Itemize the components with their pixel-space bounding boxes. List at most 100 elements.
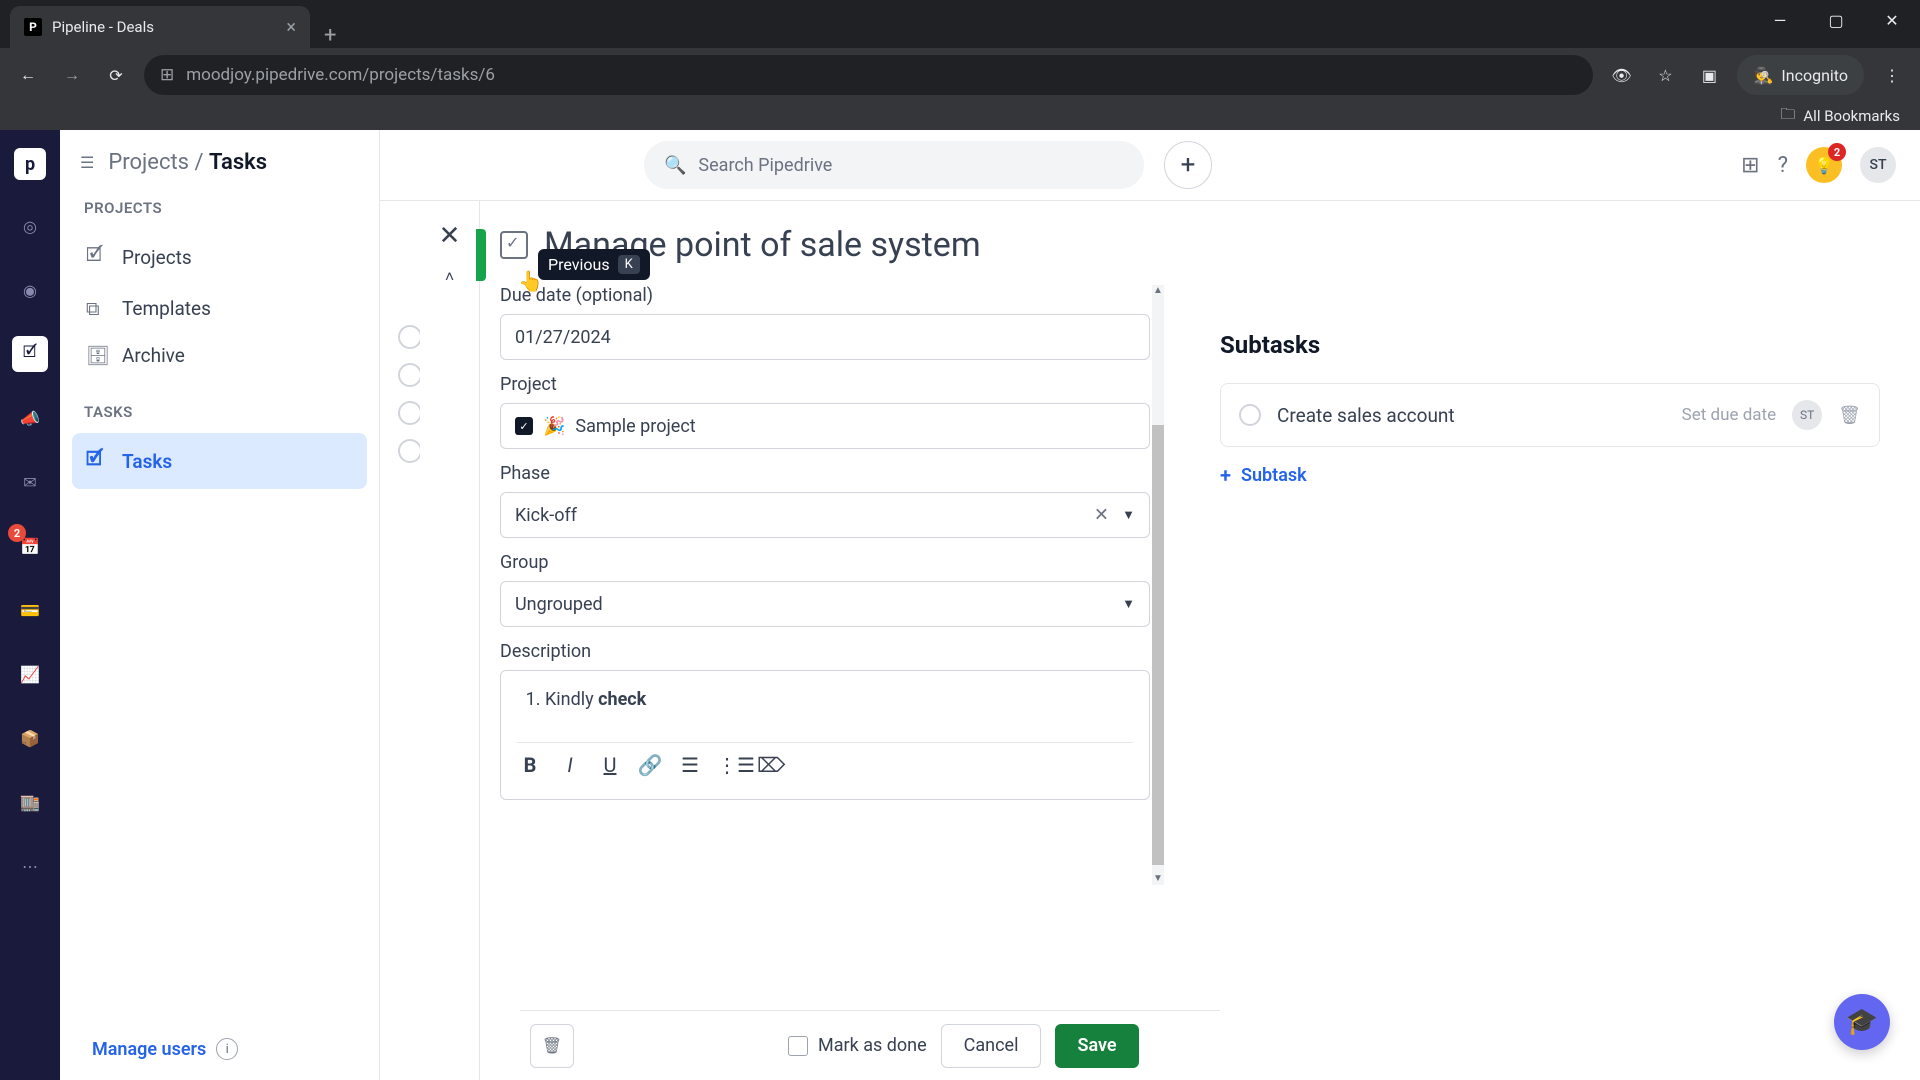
rail-more-icon[interactable]: ⋯ [12,848,48,884]
sidebar-item-templates[interactable]: ⧉ Templates [72,285,367,332]
task-checkbox-icon[interactable] [500,231,528,259]
rail-insights-icon[interactable]: 📈 [12,656,48,692]
panel-gutter: ✕ ˄ [420,201,480,1080]
bulb-button[interactable]: 💡 2 [1806,147,1842,183]
back-icon[interactable]: ← [12,59,44,91]
rail-contacts-icon[interactable]: 💳 [12,592,48,628]
form-scroll: ▲ ▼ Due date (optional) 01/27/2024 Proje… [500,285,1150,800]
star-icon[interactable]: ☆ [1649,59,1681,91]
subtask-due-button[interactable]: Set due date [1682,405,1777,425]
browser-menu-icon[interactable]: ⋮ [1876,59,1908,91]
url-input[interactable]: ⊞ moodjoy.pipedrive.com/projects/tasks/6 [144,55,1593,95]
due-date-label: Due date (optional) [500,285,1150,306]
group-select[interactable]: Ungrouped ▼ [500,581,1150,627]
delete-task-button[interactable]: 🗑 [530,1024,574,1068]
prev-task-icon[interactable]: ˄ [445,267,454,287]
panel-footer: 🗑 Mark as done Cancel Save [520,1010,1220,1080]
logo-icon[interactable]: p [14,148,46,180]
rail-box-icon[interactable]: 📦 [12,720,48,756]
template-icon: ⧉ [86,297,108,320]
close-panel-icon[interactable]: ✕ [439,221,461,251]
subtask-radio[interactable] [1239,404,1261,426]
sidebar-item-label: Archive [122,344,185,367]
nav-rail: p ◎ ◉ 🗹 📣 ✉ 2 📅 💳 📈 📦 🏬 ⋯ [0,130,60,1080]
info-icon[interactable]: i [216,1038,238,1060]
underline-icon[interactable]: U [597,753,623,777]
rail-market-icon[interactable]: 🏬 [12,784,48,820]
breadcrumb-parent[interactable]: Projects [108,150,189,175]
add-button[interactable]: + [1164,141,1212,189]
browser-tab[interactable]: P Pipeline - Deals × [10,6,310,48]
rail-mail-icon[interactable]: ✉ [12,464,48,500]
numbered-list-icon[interactable]: ⋮☰ [717,753,743,777]
scrollbar-thumb[interactable] [1152,425,1164,865]
cancel-button[interactable]: Cancel [941,1024,1042,1068]
help-fab-button[interactable]: 🎓 [1834,994,1890,1050]
sidebar-item-archive[interactable]: 🗄 Archive [72,332,367,379]
description-input[interactable]: Kindly check B I U 🔗 ☰ ⋮☰ [500,670,1150,800]
project-input[interactable]: ✓ 🎉 Sample project [500,403,1150,449]
rail-campaigns-icon[interactable]: 📣 [12,400,48,436]
site-settings-icon[interactable]: ⊞ [160,65,174,85]
new-tab-button[interactable]: + [310,23,350,48]
subtask-item[interactable]: Create sales account Set due date ST 🗑 [1220,383,1880,447]
bold-icon[interactable]: B [517,753,543,777]
tab-close-icon[interactable]: × [286,17,296,38]
mark-done-checkbox[interactable]: Mark as done [788,1035,927,1056]
menu-toggle-icon[interactable]: ☰ [80,153,94,172]
close-window-icon[interactable]: ✕ [1864,0,1920,40]
desc-bold: check [598,689,646,710]
panel-body: Previous K 👆 Manage point of sale system [480,201,1920,1080]
project-emoji-icon: 🎉 [543,416,565,437]
rail-target-icon[interactable]: ◎ [12,208,48,244]
bulb-badge: 2 [1828,143,1846,161]
breadcrumb: Projects / Tasks [108,150,267,175]
group-value: Ungrouped [515,594,603,615]
add-subtask-label: Subtask [1241,465,1307,486]
clear-format-icon[interactable]: ⌦ [757,753,783,777]
add-subtask-button[interactable]: + Subtask [1220,463,1880,487]
panel-icon[interactable]: ▣ [1693,59,1725,91]
save-button[interactable]: Save [1055,1024,1138,1068]
form-column: Manage point of sale system ▲ ▼ Due date… [480,201,1180,1080]
sidebar-item-tasks[interactable]: 🗹 Tasks [72,433,367,489]
scroll-down-icon[interactable]: ▼ [1152,873,1164,885]
task-radio[interactable] [398,325,422,349]
subtask-delete-icon[interactable]: 🗑 [1838,405,1861,426]
task-radio[interactable] [398,439,422,463]
cursor-icon: 👆 [518,269,543,293]
rail-calendar-icon[interactable]: 2 📅 [12,528,48,564]
minimize-icon[interactable]: — [1752,0,1808,40]
subtasks-column: Subtasks Create sales account Set due da… [1180,201,1920,1080]
eye-off-icon[interactable]: 👁 [1605,59,1637,91]
chevron-down-icon: ▼ [1122,507,1135,523]
scroll-up-icon[interactable]: ▲ [1152,285,1164,297]
sidebar-item-projects[interactable]: 🗹 Projects [72,229,367,285]
help-icon[interactable]: ? [1778,153,1788,178]
due-date-input[interactable]: 01/27/2024 [500,314,1150,360]
bookmarks-bar: 🗀 All Bookmarks [0,102,1920,130]
puzzle-icon[interactable]: ⊞ [1741,153,1759,178]
plus-icon: + [1220,463,1231,487]
rail-projects-icon[interactable]: 🗹 [12,336,48,372]
search-placeholder: Search Pipedrive [698,155,832,176]
subtasks-heading: Subtasks [1220,331,1880,359]
subtask-avatar[interactable]: ST [1792,400,1822,430]
task-radio[interactable] [398,363,422,387]
incognito-pill[interactable]: 🕵 Incognito [1737,55,1864,95]
description-line: Kindly check [545,689,1133,710]
clear-icon[interactable]: ✕ [1094,505,1109,526]
user-avatar[interactable]: ST [1860,147,1896,183]
reload-icon[interactable]: ⟳ [100,59,132,91]
manage-users-link[interactable]: Manage users [92,1039,206,1060]
italic-icon[interactable]: I [557,753,583,777]
search-input[interactable]: 🔍 Search Pipedrive [644,141,1144,189]
all-bookmarks-button[interactable]: All Bookmarks [1803,107,1900,125]
bullet-list-icon[interactable]: ☰ [677,753,703,777]
phase-select[interactable]: Kick-off ✕ ▼ [500,492,1150,538]
form-scrollbar[interactable]: ▲ ▼ [1152,285,1164,885]
task-radio[interactable] [398,401,422,425]
rail-coin-icon[interactable]: ◉ [12,272,48,308]
maximize-icon[interactable]: ▢ [1808,0,1864,40]
link-icon[interactable]: 🔗 [637,753,663,777]
